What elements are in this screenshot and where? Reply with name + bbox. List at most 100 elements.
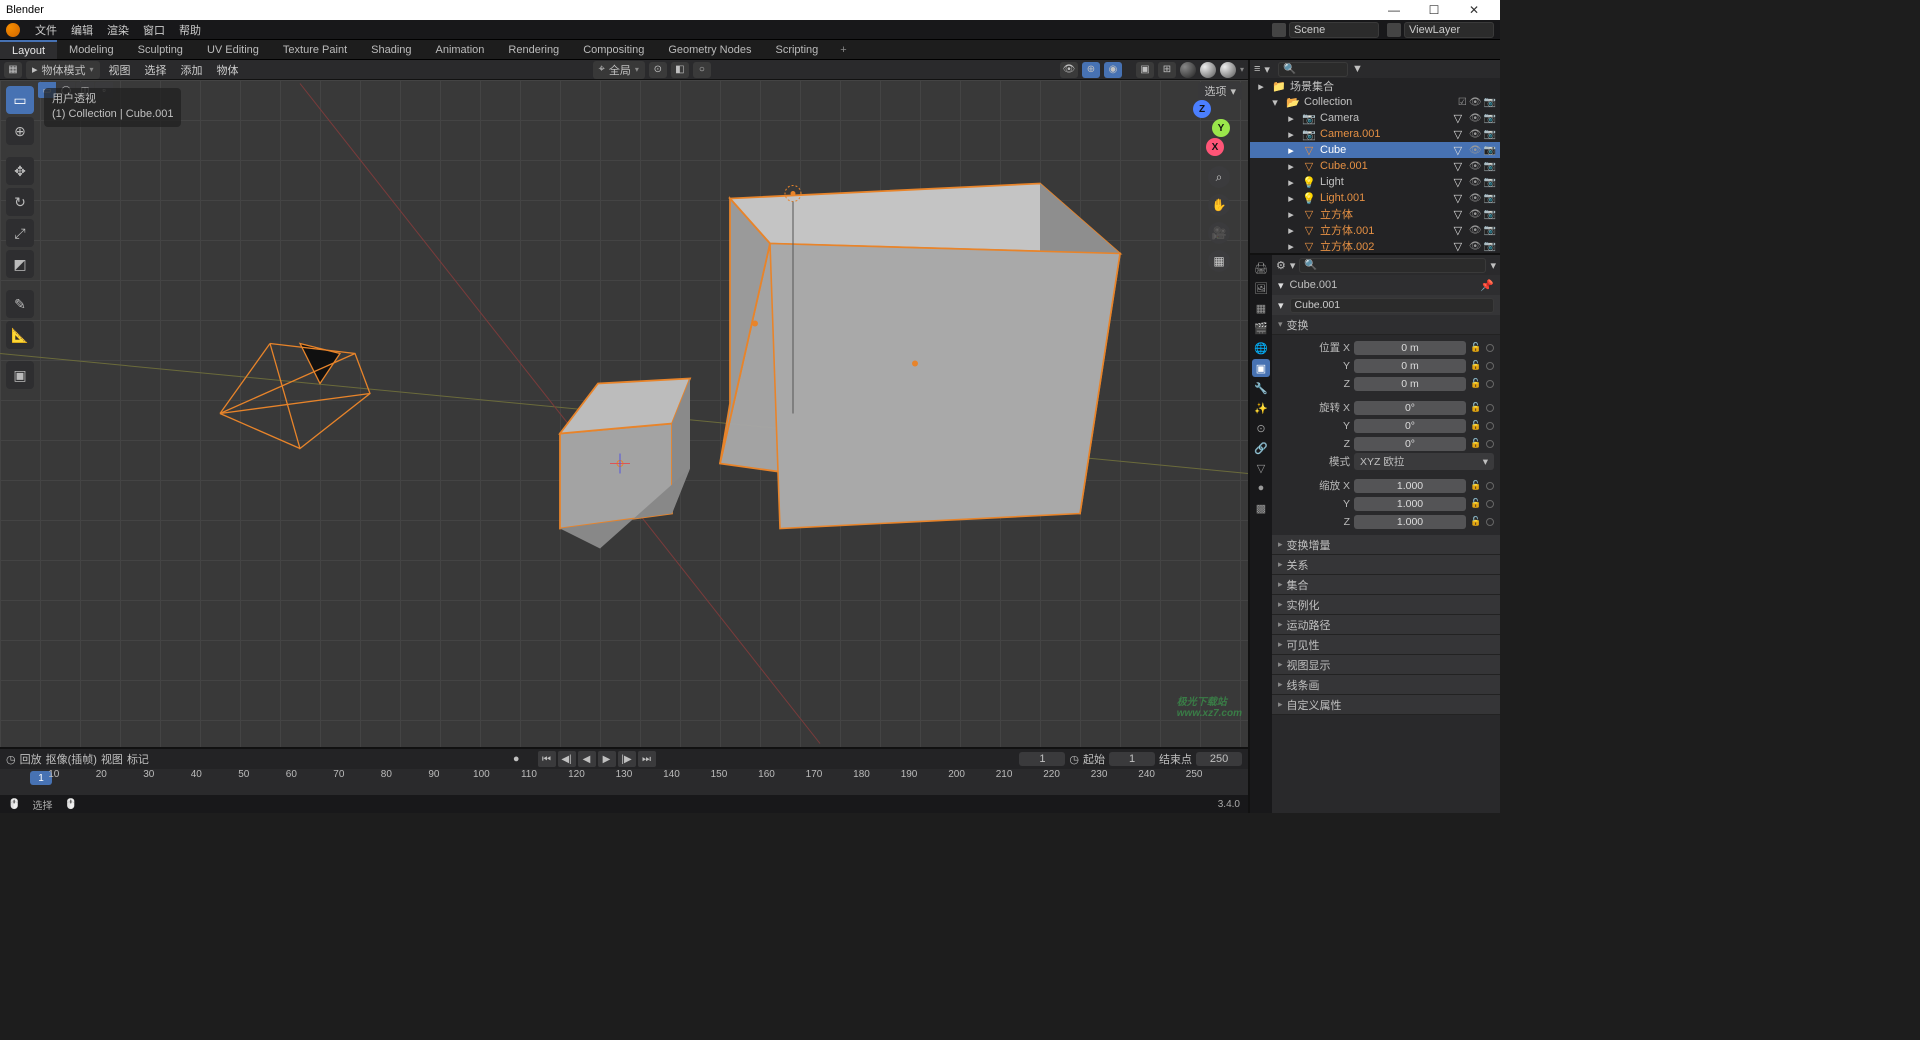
tab-object[interactable]: ▣: [1252, 359, 1270, 377]
loc-x-field[interactable]: 0 m: [1354, 341, 1466, 355]
camera-restrict-icon[interactable]: 📷: [1484, 113, 1496, 124]
props-search[interactable]: [1299, 258, 1486, 273]
end-frame-field[interactable]: 250: [1196, 752, 1242, 766]
orientation-dropdown[interactable]: ⌖ 全局 ▾: [593, 61, 645, 79]
camera-restrict-icon[interactable]: 📷: [1484, 177, 1496, 188]
tool-select-box[interactable]: ▭: [6, 86, 34, 114]
expand-icon[interactable]: ▸: [1284, 176, 1298, 189]
editor-type-button[interactable]: ▦: [4, 62, 22, 78]
camera-restrict-icon[interactable]: 📷: [1484, 161, 1496, 172]
camera-restrict-icon[interactable]: 📷: [1484, 241, 1496, 252]
tab-output[interactable]: 🖼: [1252, 279, 1270, 297]
shading-material[interactable]: [1200, 62, 1216, 78]
tab-sculpting[interactable]: Sculpting: [126, 40, 195, 59]
panel-collapsed[interactable]: ▸线条画: [1272, 675, 1500, 695]
overlay-toggle[interactable]: ◉: [1104, 62, 1122, 78]
tab-layout[interactable]: Layout: [0, 40, 57, 59]
tab-viewlayer[interactable]: ▦: [1252, 299, 1270, 317]
jump-end-button[interactable]: ⏭: [638, 751, 656, 767]
outliner-item[interactable]: ▸💡Light▽👁📷: [1250, 174, 1500, 190]
keyframe-next-button[interactable]: |▶: [618, 751, 636, 767]
viewport-menu-select[interactable]: 选择: [140, 62, 172, 78]
tab-constraints[interactable]: 🔗: [1252, 439, 1270, 457]
tool-move[interactable]: ✥: [6, 157, 34, 185]
viewport-menu-add[interactable]: 添加: [176, 62, 208, 78]
panel-collapsed[interactable]: ▸自定义属性: [1272, 695, 1500, 715]
timeline-menu-playback[interactable]: 回放: [20, 751, 42, 767]
rot-z-field[interactable]: 0°: [1354, 437, 1466, 451]
tool-transform[interactable]: ◩: [6, 250, 34, 278]
outliner-item[interactable]: ▸▽立方体▽👁📷: [1250, 206, 1500, 222]
tab-rendering[interactable]: Rendering: [496, 40, 571, 59]
play-forward-button[interactable]: ▶: [598, 751, 616, 767]
expand-icon[interactable]: ▸: [1284, 112, 1298, 125]
autokey-button[interactable]: ●: [513, 753, 520, 765]
tab-compositing[interactable]: Compositing: [571, 40, 656, 59]
visibility-button[interactable]: 👁: [1060, 62, 1078, 78]
tab-modeling[interactable]: Modeling: [57, 40, 126, 59]
xray-toggle[interactable]: ▣: [1136, 62, 1154, 78]
expand-icon[interactable]: ▸: [1284, 128, 1298, 141]
tool-add-cube[interactable]: ▣: [6, 361, 34, 389]
keyframe-dot[interactable]: [1486, 344, 1494, 352]
outliner-search[interactable]: [1278, 62, 1348, 77]
panel-transform[interactable]: ▾变换: [1272, 315, 1500, 335]
properties-editor-type[interactable]: ⚙: [1276, 259, 1286, 272]
expand-icon[interactable]: ▸: [1284, 160, 1298, 173]
viewport-3d[interactable]: ▭ ◯ ◫ ▫ 选项▾ ▭ ⊕ ✥ ↻ ⤢ ◩ ✎ 📐 ▣: [0, 80, 1248, 747]
camera-restrict-icon[interactable]: 📷: [1484, 129, 1496, 140]
pin-icon[interactable]: 📌: [1480, 279, 1494, 292]
current-frame-field[interactable]: 1: [1019, 752, 1065, 766]
outliner-filter-button[interactable]: ▼: [1352, 63, 1363, 75]
camera-restrict-icon[interactable]: 📷: [1484, 193, 1496, 204]
outliner-editor-type[interactable]: ≡: [1254, 63, 1260, 75]
add-workspace-button[interactable]: +: [830, 40, 856, 59]
tab-scripting[interactable]: Scripting: [763, 40, 830, 59]
timeline-editor-type[interactable]: ◷: [6, 753, 16, 766]
camera-restrict-icon[interactable]: 📷: [1484, 145, 1496, 156]
rot-y-field[interactable]: 0°: [1354, 419, 1466, 433]
outliner-item[interactable]: ▸▽立方体.001▽👁📷: [1250, 222, 1500, 238]
collection-row[interactable]: ▾ 📂 Collection ☑👁📷: [1250, 94, 1500, 110]
outliner-item[interactable]: ▸▽Cube.001▽👁📷: [1250, 158, 1500, 174]
tab-physics[interactable]: ⊙: [1252, 419, 1270, 437]
outliner-item[interactable]: ▸📷Camera▽👁📷: [1250, 110, 1500, 126]
viewlayer-name-input[interactable]: [1404, 22, 1494, 38]
eye-icon[interactable]: 👁: [1469, 241, 1482, 252]
expand-icon[interactable]: ▸: [1284, 208, 1298, 221]
loc-z-field[interactable]: 0 m: [1354, 377, 1466, 391]
tool-measure[interactable]: 📐: [6, 321, 34, 349]
proportional-button[interactable]: ○: [693, 62, 711, 78]
tab-material[interactable]: ●: [1252, 479, 1270, 497]
menu-file[interactable]: 文件: [28, 22, 64, 38]
viewport-menu-view[interactable]: 视图: [104, 62, 136, 78]
scene-name-input[interactable]: [1289, 22, 1379, 38]
tab-render[interactable]: 🖨: [1252, 259, 1270, 277]
pivot-button[interactable]: ⊙: [649, 62, 667, 78]
eye-icon[interactable]: 👁: [1469, 145, 1482, 156]
expand-icon[interactable]: ▸: [1284, 144, 1298, 157]
timeline-ruler[interactable]: 1 10203040506070809010011012013014015016…: [0, 769, 1248, 795]
tab-shading[interactable]: Shading: [359, 40, 423, 59]
outliner-item[interactable]: ▸▽立方体.002▽👁📷: [1250, 238, 1500, 253]
tool-annotate[interactable]: ✎: [6, 290, 34, 318]
shading-rendered[interactable]: [1220, 62, 1236, 78]
minimize-button[interactable]: —: [1374, 3, 1414, 17]
play-reverse-button[interactable]: ◀: [578, 751, 596, 767]
scl-x-field[interactable]: 1.000: [1354, 479, 1466, 493]
panel-collapsed[interactable]: ▸视图显示: [1272, 655, 1500, 675]
start-frame-field[interactable]: 1: [1109, 752, 1155, 766]
outliner-item[interactable]: ▸📷Camera.001▽👁📷: [1250, 126, 1500, 142]
tab-scene[interactable]: 🎬: [1252, 319, 1270, 337]
panel-collapsed[interactable]: ▸集合: [1272, 575, 1500, 595]
tab-world[interactable]: 🌐: [1252, 339, 1270, 357]
menu-help[interactable]: 帮助: [172, 22, 208, 38]
viewport-menu-object[interactable]: 物体: [212, 62, 244, 78]
object-name-input[interactable]: [1290, 298, 1494, 313]
timeline-menu-keying[interactable]: 抠像(插帧): [46, 751, 97, 767]
outliner-item[interactable]: ▸💡Light.001▽👁📷: [1250, 190, 1500, 206]
eye-icon[interactable]: 👁: [1469, 177, 1482, 188]
panel-collapsed[interactable]: ▸关系: [1272, 555, 1500, 575]
eye-icon[interactable]: 👁: [1469, 193, 1482, 204]
jump-start-button[interactable]: ⏮: [538, 751, 556, 767]
